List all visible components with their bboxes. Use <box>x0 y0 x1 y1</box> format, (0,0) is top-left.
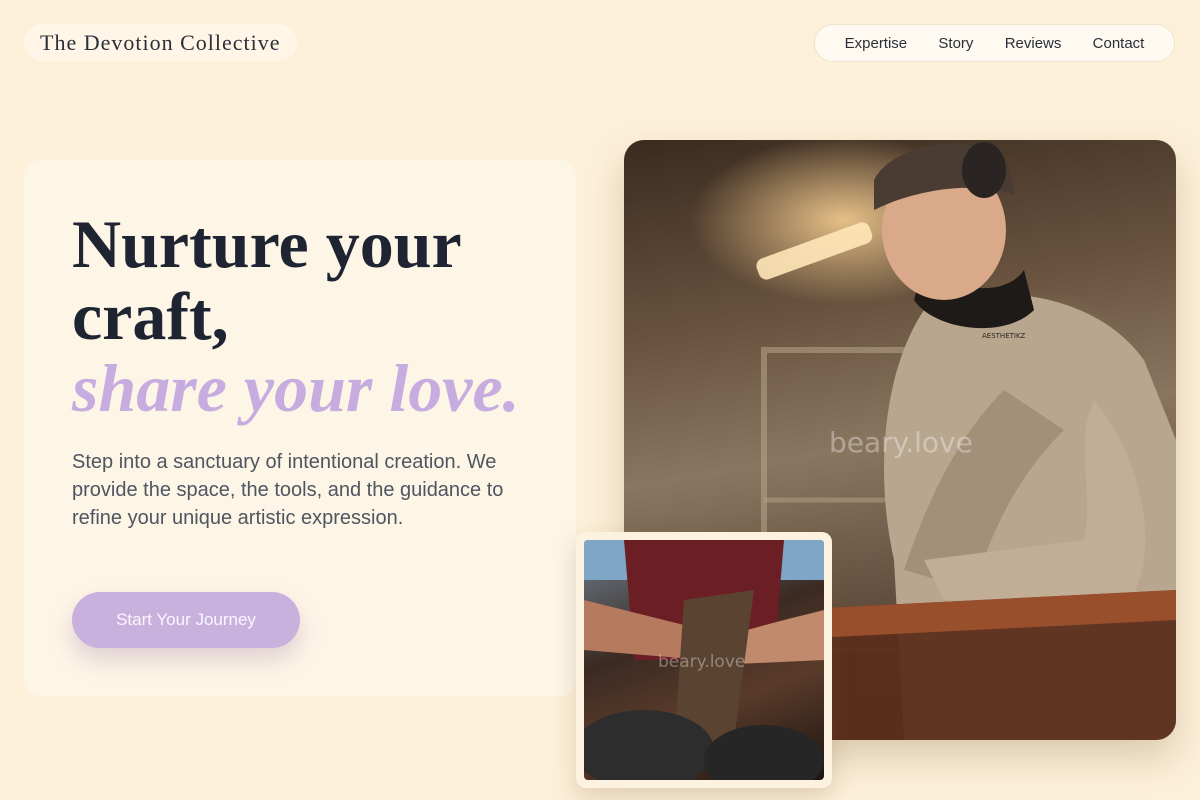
nav-item-expertise[interactable]: Expertise <box>845 35 908 52</box>
leatherwork-photo: beary.love <box>584 540 824 780</box>
nav-item-story[interactable]: Story <box>938 35 973 52</box>
brand-logo[interactable]: The Devotion Collective <box>24 24 297 61</box>
nav-item-contact[interactable]: Contact <box>1093 35 1145 52</box>
main-nav: Expertise Story Reviews Contact <box>814 24 1175 62</box>
headline-main: Nurture your craft, <box>72 206 461 354</box>
hero-description: Step into a sanctuary of intentional cre… <box>72 451 504 529</box>
hero-headline: Nurture your craft, share your love. <box>72 208 552 424</box>
nav-item-reviews[interactable]: Reviews <box>1005 35 1062 52</box>
main-watermark: beary.love <box>829 426 973 459</box>
headline-accent: share your love. <box>72 350 520 426</box>
start-journey-button[interactable]: Start Your Journey <box>72 592 300 648</box>
small-watermark: beary.love <box>658 652 746 672</box>
brand-name: The Devotion Collective <box>40 29 281 55</box>
shirt-print: AESTHETIKZ <box>982 332 1026 340</box>
